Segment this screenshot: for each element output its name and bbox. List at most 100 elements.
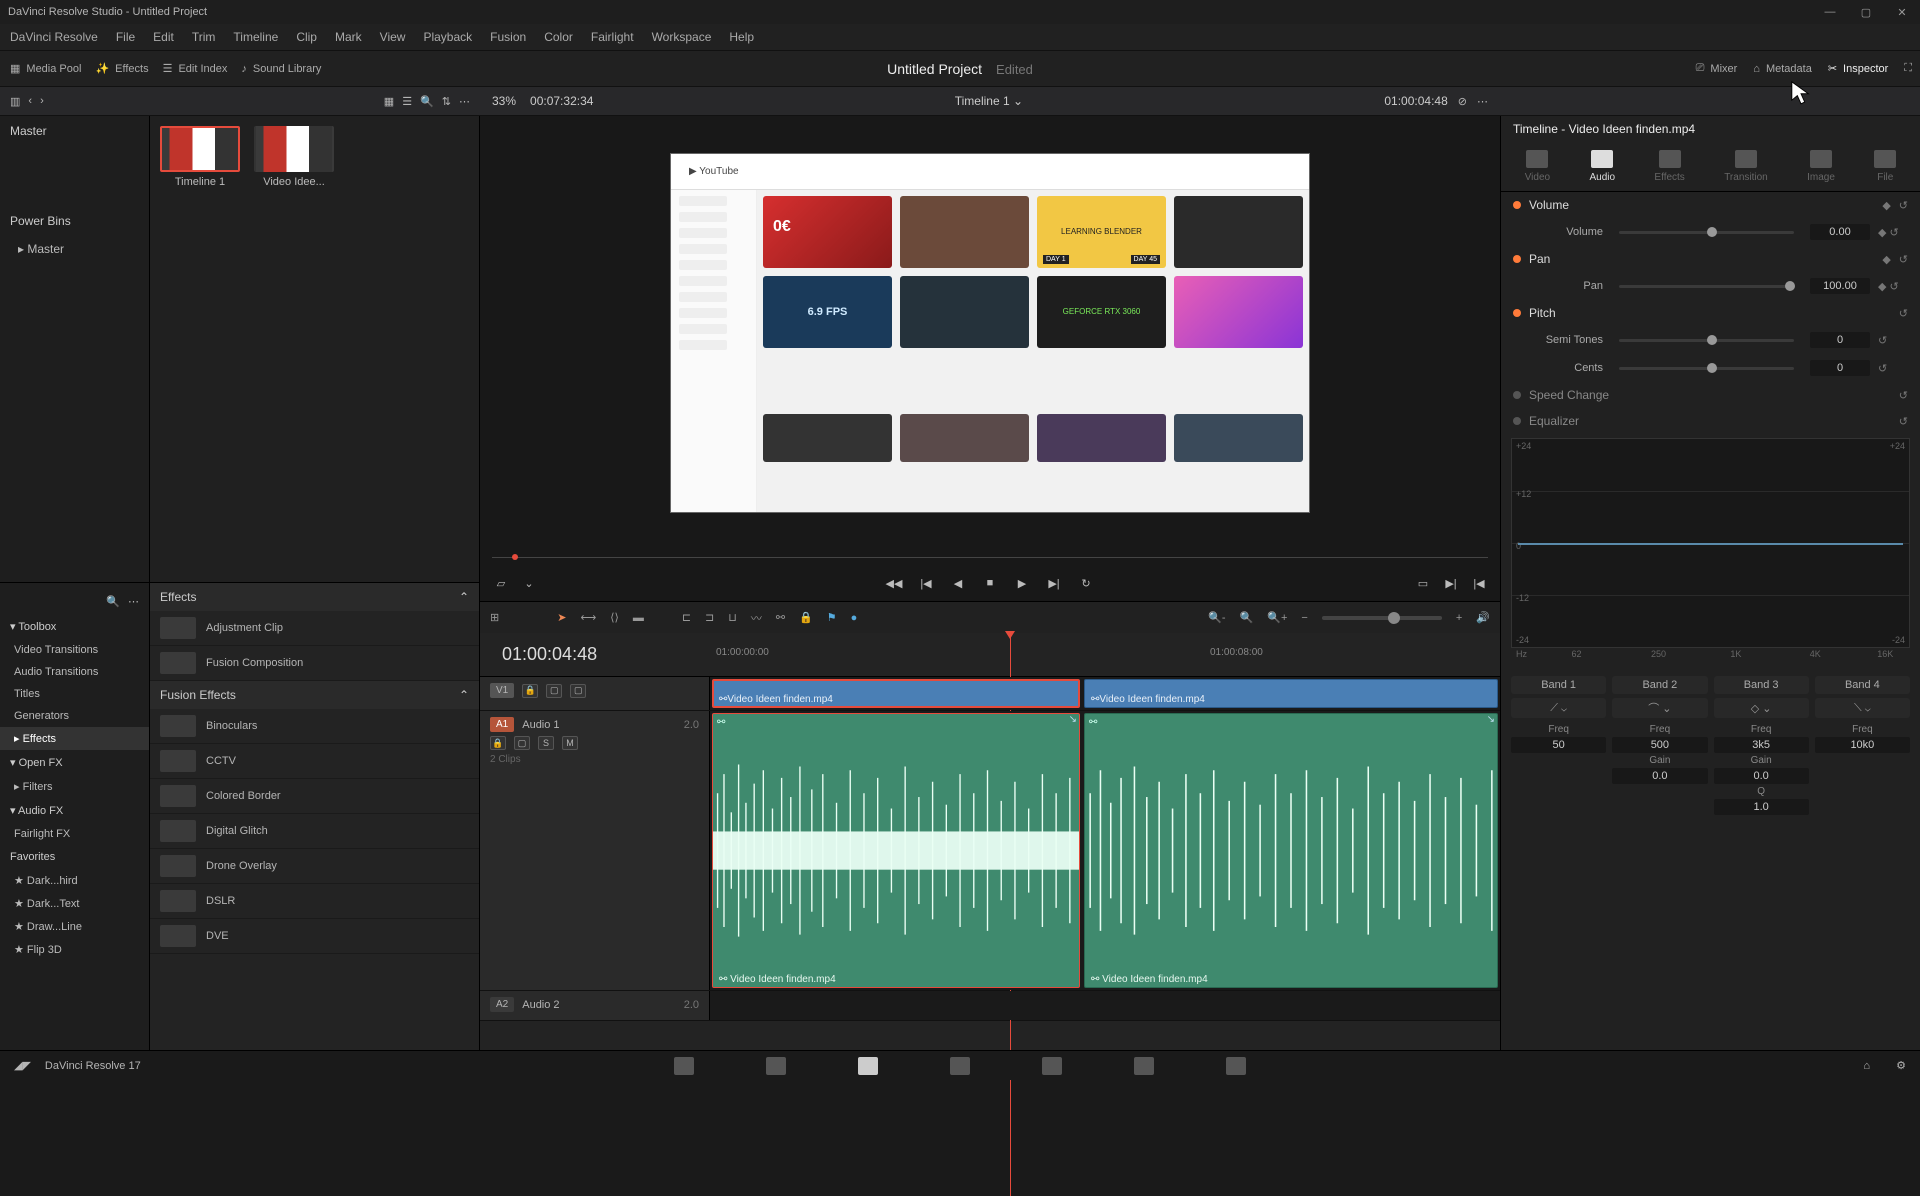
- video-clip-1[interactable]: ⚯ Video Ideen finden.mp4: [712, 679, 1080, 708]
- track-arm-icon[interactable]: ▢: [514, 736, 530, 750]
- nav-titles[interactable]: Titles: [0, 683, 149, 705]
- marker-icon[interactable]: ●: [851, 612, 858, 624]
- expand-icon[interactable]: ⛶: [1904, 62, 1912, 75]
- audio-track-tag[interactable]: A1: [490, 717, 514, 732]
- freq-value[interactable]: 50: [1511, 737, 1606, 753]
- volume-slider[interactable]: [1619, 231, 1794, 234]
- eq-band-1[interactable]: Band 1 ⟋ ⌄ Freq50: [1511, 676, 1606, 815]
- menu-help[interactable]: Help: [729, 30, 754, 44]
- thumb-view-icon[interactable]: ▦: [384, 95, 394, 108]
- master-bin[interactable]: Master: [0, 116, 149, 146]
- nav-audio-transitions[interactable]: Audio Transitions: [0, 661, 149, 683]
- video-track-tag[interactable]: V1: [490, 683, 514, 698]
- nav-back-icon[interactable]: ‹: [28, 95, 32, 107]
- effect-item[interactable]: Fusion Composition: [150, 646, 479, 681]
- inspector-toggle[interactable]: ✂ Inspector: [1828, 62, 1888, 75]
- menu-fusion[interactable]: Fusion: [490, 30, 526, 44]
- keyframe-icon[interactable]: ◆: [1882, 199, 1890, 212]
- nav-effects[interactable]: ▸ Effects: [0, 727, 149, 750]
- media-pool-toggle[interactable]: ▦ Media Pool: [10, 62, 81, 75]
- track-toggle2-icon[interactable]: ▢: [570, 684, 586, 698]
- viewer-scrubber[interactable]: [492, 549, 1488, 565]
- fav-item[interactable]: ★ Draw...Line: [0, 915, 149, 938]
- metadata-toggle[interactable]: ⌂ Metadata: [1753, 63, 1812, 75]
- effect-item[interactable]: Colored Border: [150, 779, 479, 814]
- prev-clip-icon[interactable]: |◀: [1470, 574, 1488, 592]
- inspector-tab-effects[interactable]: Effects: [1648, 148, 1690, 185]
- cents-value[interactable]: 0: [1810, 360, 1870, 376]
- page-fairlight[interactable]: [1134, 1057, 1154, 1075]
- trim-tool-icon[interactable]: ⟷: [580, 611, 596, 624]
- track-toggle-icon[interactable]: ▢: [546, 684, 562, 698]
- mixer-toggle[interactable]: ⎚ Mixer: [1696, 62, 1738, 75]
- solo-button[interactable]: S: [538, 736, 554, 750]
- menu-trim[interactable]: Trim: [192, 30, 216, 44]
- menu-timeline[interactable]: Timeline: [233, 30, 278, 44]
- audio-clip-2[interactable]: ⚯↘ ⚯ Video Ideen finden.mp4: [1084, 713, 1498, 988]
- band-shape-icon[interactable]: ⟋ ⌄: [1511, 698, 1606, 718]
- page-cut[interactable]: [766, 1057, 786, 1075]
- inspector-tab-video[interactable]: Video: [1519, 148, 1556, 185]
- effect-item[interactable]: Binoculars: [150, 709, 479, 744]
- nav-fairlight[interactable]: Fairlight FX: [0, 823, 149, 845]
- effect-item[interactable]: Adjustment Clip: [150, 611, 479, 646]
- effects-toggle[interactable]: ✨ Effects: [95, 62, 148, 75]
- maximize-button[interactable]: ▢: [1848, 0, 1884, 24]
- more-icon[interactable]: ⋯: [459, 95, 470, 108]
- insert-icon[interactable]: ⊏: [682, 611, 691, 624]
- search-icon[interactable]: 🔍: [420, 95, 434, 108]
- clip-thumb-timeline1[interactable]: Timeline 1: [160, 126, 240, 188]
- replace-icon[interactable]: ⊔: [728, 611, 737, 624]
- inspector-tab-transition[interactable]: Transition: [1718, 148, 1774, 185]
- overwrite-icon[interactable]: ⊐: [705, 611, 714, 624]
- bypass-icon[interactable]: ⊘: [1458, 95, 1467, 108]
- fav-item[interactable]: ★ Flip 3D: [0, 938, 149, 961]
- effect-item[interactable]: DVE: [150, 919, 479, 954]
- sort-icon[interactable]: ⇅: [442, 95, 451, 108]
- menu-resolve[interactable]: DaVinci Resolve: [10, 30, 98, 44]
- effect-item[interactable]: Digital Glitch: [150, 814, 479, 849]
- zoom-slider[interactable]: [1322, 616, 1442, 620]
- semitones-slider[interactable]: [1619, 339, 1794, 342]
- favorites-header[interactable]: Favorites: [0, 845, 149, 869]
- mute-icon[interactable]: 🔊: [1476, 611, 1490, 624]
- loop-icon[interactable]: ↻: [1077, 574, 1095, 592]
- bin-view-icon[interactable]: ▥: [10, 95, 20, 108]
- toolbox-header[interactable]: Toolbox: [18, 621, 56, 633]
- freq-value[interactable]: 10k0: [1815, 737, 1910, 753]
- match-frame-icon[interactable]: ▭: [1414, 574, 1432, 592]
- eq-section[interactable]: Equalizer: [1529, 414, 1891, 428]
- effect-item[interactable]: Drone Overlay: [150, 849, 479, 884]
- effect-item[interactable]: CCTV: [150, 744, 479, 779]
- menu-workspace[interactable]: Workspace: [652, 30, 712, 44]
- inspector-tab-image[interactable]: Image: [1801, 148, 1841, 185]
- reset-icon[interactable]: ↺: [1899, 415, 1908, 428]
- menu-color[interactable]: Color: [544, 30, 573, 44]
- band-shape-icon[interactable]: ◇ ⌄: [1714, 698, 1809, 718]
- inspector-tab-file[interactable]: File: [1868, 148, 1902, 185]
- page-edit[interactable]: [858, 1057, 878, 1075]
- timeline-name[interactable]: Timeline 1 ⌄: [955, 94, 1023, 108]
- minimize-button[interactable]: —: [1812, 0, 1848, 24]
- menu-playback[interactable]: Playback: [423, 30, 472, 44]
- keyframe-icon[interactable]: ◆: [1882, 253, 1890, 266]
- nav-video-transitions[interactable]: Video Transitions: [0, 639, 149, 661]
- reset-icon[interactable]: ↺: [1899, 199, 1908, 212]
- viewer-zoom[interactable]: 33%: [492, 94, 516, 108]
- reset-icon[interactable]: ↺: [1899, 389, 1908, 402]
- menu-file[interactable]: File: [116, 30, 135, 44]
- blade-tool-icon[interactable]: ▬: [633, 612, 644, 624]
- lock-icon[interactable]: 🔒: [799, 611, 813, 624]
- nav-filters[interactable]: ▸ Filters: [0, 775, 149, 798]
- band-shape-icon[interactable]: ⌒ ⌄: [1612, 698, 1707, 718]
- pan-value[interactable]: 100.00: [1810, 278, 1870, 294]
- semitones-value[interactable]: 0: [1810, 332, 1870, 348]
- viewer-more-icon[interactable]: ⋯: [1477, 95, 1488, 108]
- mute-button[interactable]: M: [562, 736, 578, 750]
- effect-item[interactable]: DSLR: [150, 884, 479, 919]
- timeline-ruler[interactable]: 01:00:00:00 01:00:08:00: [710, 633, 1500, 676]
- clip-thumb-video[interactable]: Video Idee...: [254, 126, 334, 188]
- zoom-fit-icon[interactable]: 🔍: [1240, 611, 1254, 624]
- nav-fwd-icon[interactable]: ›: [40, 95, 44, 107]
- link-icon[interactable]: ⚯: [776, 611, 785, 624]
